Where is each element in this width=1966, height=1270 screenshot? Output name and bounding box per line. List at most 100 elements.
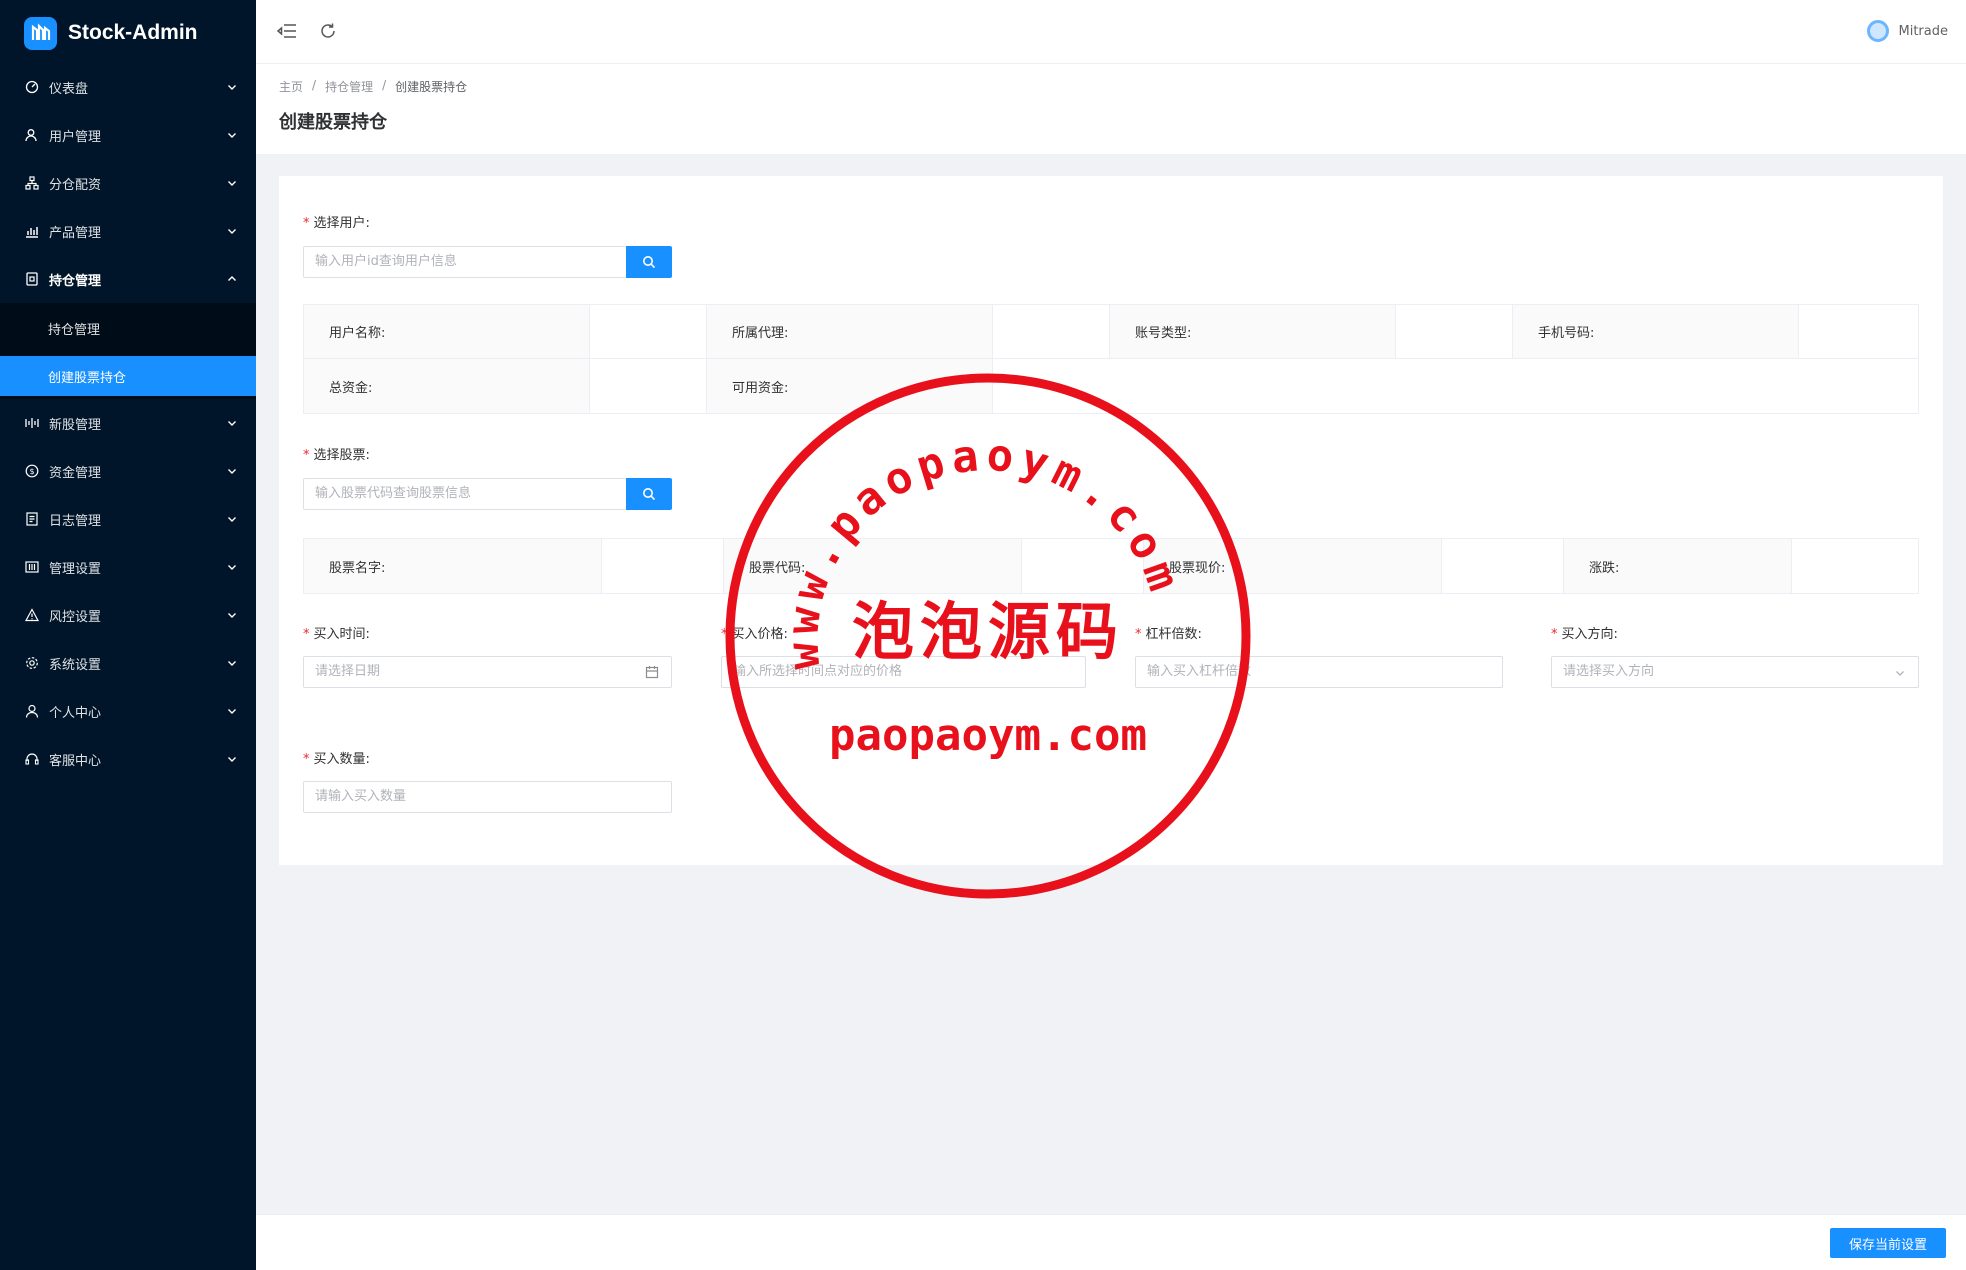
- sidebar-item-label: 持仓管理: [49, 273, 102, 289]
- sidebar-item-label: 产品管理: [49, 225, 102, 241]
- stock-change-label: 涨跌:: [1564, 539, 1792, 593]
- chevron-down-icon: [1896, 671, 1904, 676]
- submenu-item-position-management[interactable]: 持仓管理: [0, 308, 256, 348]
- sidebar-item-label: 系统设置: [49, 657, 102, 673]
- chevron-up-icon: [228, 276, 236, 281]
- chevron-down-icon: [228, 517, 236, 522]
- save-settings-button[interactable]: 保存当前设置: [1830, 1228, 1946, 1258]
- sidebar-item-logs[interactable]: 日志管理: [0, 495, 256, 543]
- username: Mitrade: [1898, 23, 1949, 39]
- breadcrumb-separator: /: [312, 78, 317, 92]
- users-icon: [24, 128, 39, 143]
- available-funds-label: 可用资金:: [707, 359, 993, 413]
- user-search-button[interactable]: [626, 246, 672, 278]
- page-title: 创建股票持仓: [279, 112, 387, 133]
- submenu-item-create-position[interactable]: 创建股票持仓: [0, 356, 256, 396]
- chevron-down-icon: [228, 709, 236, 714]
- search-icon: [643, 256, 656, 269]
- new-stock-icon: [24, 416, 39, 431]
- app-title: Stock-Admin: [68, 21, 198, 44]
- stock-code-label: 股票代码:: [724, 539, 1022, 593]
- menu-fold-icon[interactable]: [276, 20, 298, 42]
- money-icon: $: [24, 464, 39, 479]
- sidebar: Stock-Admin 仪表盘 用户管理 分仓配资 产品管理 持仓管理 持仓管理…: [0, 0, 256, 1270]
- total-funds-value: [590, 359, 707, 413]
- quantity-input[interactable]: 请输入买入数量: [303, 781, 672, 813]
- sidebar-item-allocation[interactable]: 分仓配资: [0, 159, 256, 207]
- dashboard-icon: [24, 80, 39, 95]
- stock-search-input[interactable]: 输入股票代码查询股票信息: [303, 478, 626, 510]
- sidebar-item-system[interactable]: 系统设置: [0, 639, 256, 687]
- svg-text:$: $: [29, 467, 34, 476]
- account-type-label: 账号类型:: [1110, 305, 1396, 359]
- sidebar-item-label: 管理设置: [49, 561, 102, 577]
- sidebar-item-label: 客服中心: [49, 753, 102, 769]
- chevron-down-icon: [228, 613, 236, 618]
- sidebar-item-funds[interactable]: $ 资金管理: [0, 447, 256, 495]
- user-icon: [24, 704, 39, 719]
- stock-search-button[interactable]: [626, 478, 672, 510]
- stock-name-label: 股票名字:: [304, 539, 602, 593]
- log-icon: [24, 512, 39, 527]
- leverage-label: * 杠杆倍数:: [1135, 627, 1202, 642]
- sidebar-item-support[interactable]: 客服中心: [0, 735, 256, 783]
- stock-change-value: [1792, 539, 1918, 593]
- username-value: [590, 305, 707, 359]
- sidebar-item-profile[interactable]: 个人中心: [0, 687, 256, 735]
- agent-label: 所属代理:: [707, 305, 993, 359]
- stock-price-label: 股票现价:: [1144, 539, 1442, 593]
- leverage-input[interactable]: 输入买入杠杆倍数: [1135, 656, 1503, 688]
- username-label: 用户名称:: [304, 305, 590, 359]
- stock-price-value: [1442, 539, 1564, 593]
- breadcrumb-home[interactable]: 主页: [279, 78, 303, 95]
- sidebar-item-label: 用户管理: [49, 129, 102, 145]
- refresh-icon[interactable]: [317, 20, 339, 42]
- user-menu[interactable]: Mitrade: [1866, 20, 1949, 42]
- user-info-table: 用户名称: 所属代理: 账号类型: 手机号码: 总资金: 可用资金:: [303, 304, 1919, 414]
- sidebar-item-new-stocks[interactable]: 新股管理: [0, 399, 256, 447]
- select-stock-label: * 选择股票:: [303, 448, 370, 463]
- direction-select[interactable]: 请选择买入方向: [1551, 656, 1919, 688]
- buy-time-placeholder: 请选择日期: [315, 664, 381, 679]
- sidebar-item-dashboard[interactable]: 仪表盘: [0, 63, 256, 111]
- sidebar-item-label: 仪表盘: [49, 81, 89, 97]
- bar-chart-icon: [24, 224, 39, 239]
- calendar-icon: [645, 666, 659, 679]
- direction-placeholder: 请选择买入方向: [1563, 664, 1655, 679]
- breadcrumb-separator: /: [382, 78, 387, 92]
- sidebar-item-admin-settings[interactable]: 管理设置: [0, 543, 256, 591]
- sidebar-item-label: 新股管理: [49, 417, 102, 433]
- breadcrumb-positions[interactable]: 持仓管理: [325, 78, 373, 95]
- form-card: * 选择用户: 输入用户id查询用户信息 用户名称: 所属代理: 账号类型: 手机…: [279, 176, 1943, 865]
- phone-value: [1799, 305, 1918, 359]
- sitemap-icon: [24, 176, 39, 191]
- app-logo[interactable]: Stock-Admin: [0, 0, 256, 66]
- buy-price-label: * 买入价格:: [721, 627, 788, 642]
- sidebar-item-positions[interactable]: 持仓管理: [0, 255, 256, 303]
- stock-code-value: [1022, 539, 1144, 593]
- quantity-label: * 买入数量:: [303, 752, 370, 767]
- chevron-down-icon: [228, 757, 236, 762]
- chevron-down-icon: [228, 85, 236, 90]
- sidebar-item-label: 日志管理: [49, 513, 102, 529]
- sidebar-item-label: 资金管理: [49, 465, 102, 481]
- logo-icon: [24, 16, 57, 50]
- headset-icon: [24, 752, 39, 767]
- breadcrumb-current: 创建股票持仓: [395, 80, 468, 94]
- gear-icon: [24, 656, 39, 671]
- sidebar-item-label: 风控设置: [49, 609, 102, 625]
- buy-time-picker[interactable]: 请选择日期: [303, 656, 672, 688]
- stock-name-value: [602, 539, 724, 593]
- sidebar-item-risk[interactable]: 风控设置: [0, 591, 256, 639]
- direction-label: * 买入方向:: [1551, 627, 1618, 642]
- admin-settings-icon: [24, 560, 39, 575]
- buy-time-label: * 买入时间:: [303, 627, 370, 642]
- available-funds-value: [993, 359, 1918, 413]
- user-search-input[interactable]: 输入用户id查询用户信息: [303, 246, 626, 278]
- sidebar-item-users[interactable]: 用户管理: [0, 111, 256, 159]
- buy-price-input[interactable]: 输入所选择时间点对应的价格: [721, 656, 1086, 688]
- account-type-value: [1396, 305, 1513, 359]
- sidebar-item-products[interactable]: 产品管理: [0, 207, 256, 255]
- agent-value: [993, 305, 1110, 359]
- avatar: [1866, 20, 1889, 42]
